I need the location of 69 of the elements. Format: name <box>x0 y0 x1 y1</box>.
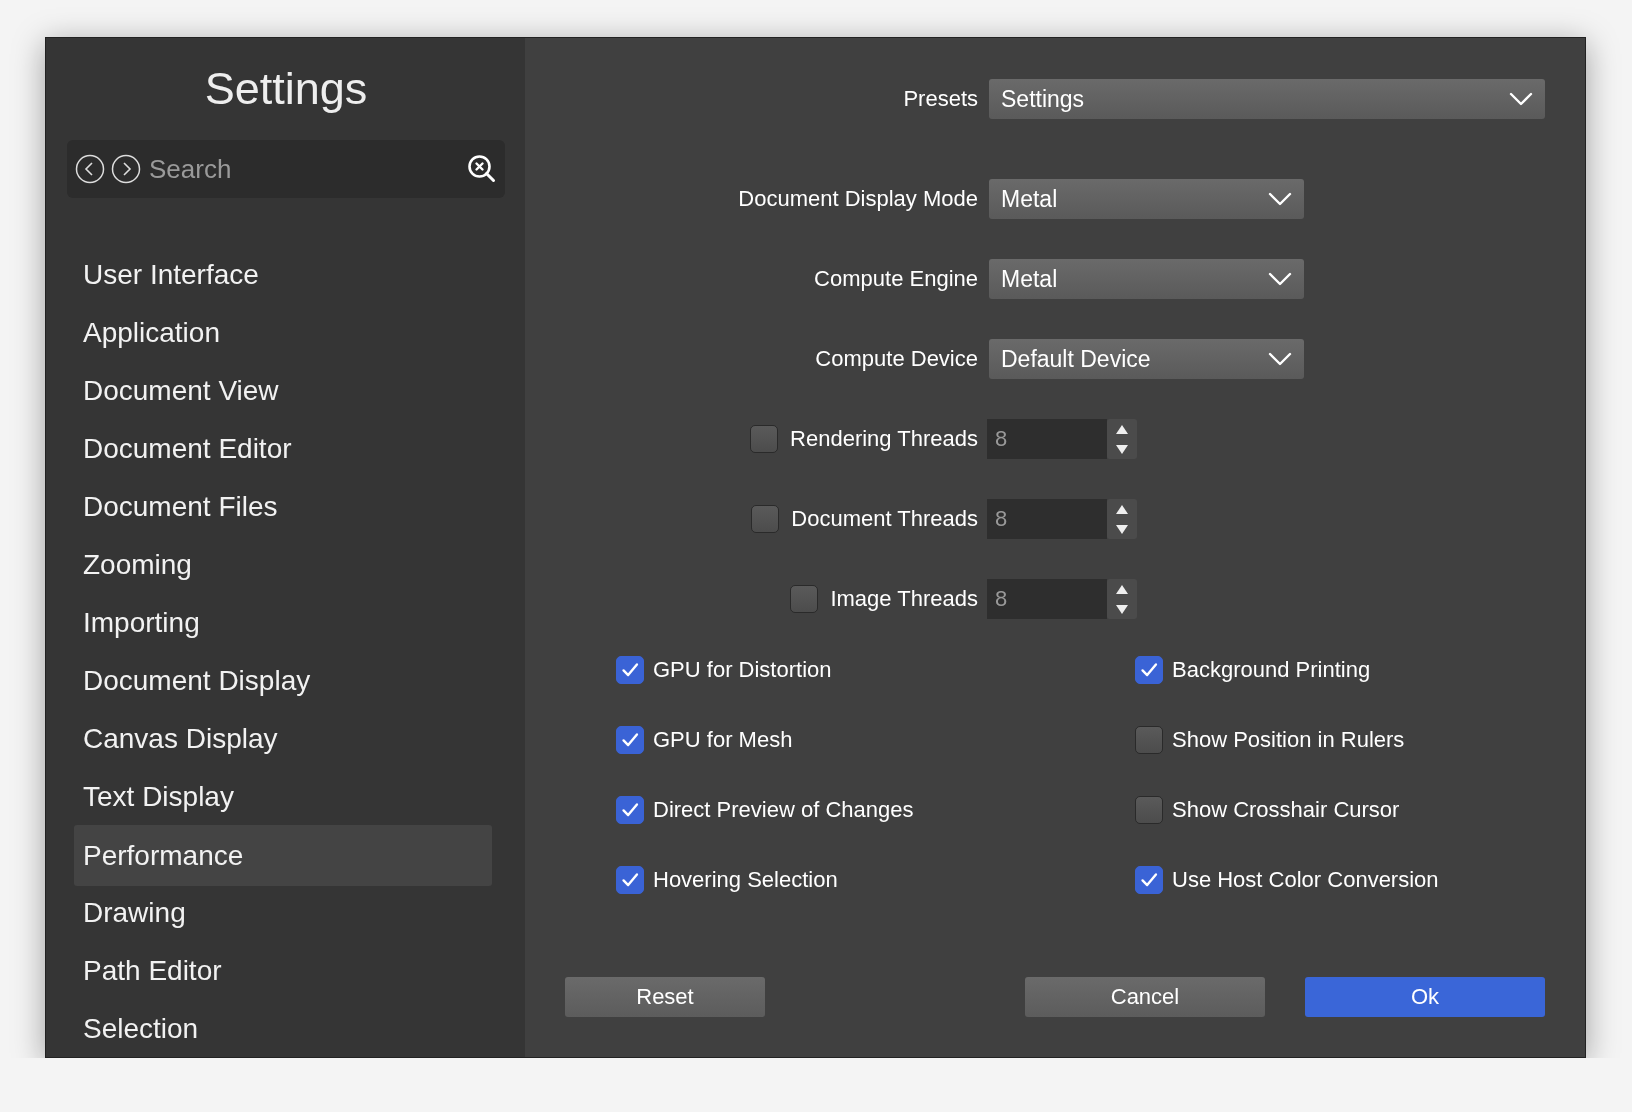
checkbox[interactable] <box>616 726 644 754</box>
checkbox-label: Show Crosshair Cursor <box>1172 797 1400 823</box>
checkbox-label: Direct Preview of Changes <box>653 797 914 823</box>
chevron-down-icon <box>1509 92 1533 106</box>
sidebar-item[interactable]: Application <box>74 317 220 349</box>
chevron-down-icon <box>1268 192 1292 206</box>
sidebar-item[interactable]: Document Display <box>74 665 311 697</box>
checkbox-label: GPU for Mesh <box>653 727 793 753</box>
down-arrow-icon[interactable] <box>1115 603 1129 615</box>
checkbox[interactable] <box>616 866 644 894</box>
number-field[interactable]: 8 <box>987 499 1107 539</box>
field-label: Rendering Threads <box>790 426 978 452</box>
forward-icon[interactable] <box>111 154 141 184</box>
up-arrow-icon[interactable] <box>1115 423 1129 435</box>
number-field[interactable]: 8 <box>987 419 1107 459</box>
sidebar-item[interactable]: Selection <box>74 1013 199 1045</box>
stepper[interactable] <box>1107 579 1137 619</box>
dropdown[interactable]: Settings <box>989 79 1545 119</box>
stepper[interactable] <box>1107 499 1137 539</box>
checkbox[interactable] <box>1135 866 1163 894</box>
chevron-down-icon <box>1268 352 1292 366</box>
field-label: Document Threads <box>791 506 978 532</box>
dropdown[interactable]: Metal <box>989 179 1304 219</box>
sidebar-item[interactable]: Performance <box>74 839 244 872</box>
field-label: Document Display Mode <box>738 186 978 212</box>
sidebar-item[interactable]: Document Editor <box>74 433 292 465</box>
button[interactable]: Reset <box>565 977 765 1017</box>
checkbox[interactable] <box>1135 656 1163 684</box>
dropdown[interactable]: Metal <box>989 259 1304 299</box>
primary-button[interactable]: Ok <box>1305 977 1545 1017</box>
down-arrow-icon[interactable] <box>1115 443 1129 455</box>
checkbox[interactable] <box>616 656 644 684</box>
sidebar-item[interactable]: Canvas Display <box>74 723 278 755</box>
sidebar-item[interactable]: Importing <box>74 607 200 639</box>
up-arrow-icon[interactable] <box>1115 583 1129 595</box>
search-field[interactable]: Search <box>147 152 461 186</box>
checkbox[interactable] <box>750 425 779 453</box>
sidebar-item[interactable]: Document View <box>74 375 279 407</box>
field-label: Compute Engine <box>814 266 978 292</box>
down-arrow-icon[interactable] <box>1115 523 1129 535</box>
up-arrow-icon[interactable] <box>1115 503 1129 515</box>
checkbox-label: Background Printing <box>1172 657 1371 683</box>
sidebar-item[interactable]: User Interface <box>74 259 259 291</box>
dropdown[interactable]: Default Device <box>989 339 1304 379</box>
checkbox-label: GPU for Distortion <box>653 657 832 683</box>
sidebar-item[interactable]: Text Display <box>74 781 234 813</box>
sidebar-item[interactable]: Zooming <box>74 549 192 581</box>
checkbox-label: Use Host Color Conversion <box>1172 867 1439 893</box>
field-label: Presets <box>903 86 978 112</box>
sidebar-item[interactable]: Drawing <box>74 897 186 929</box>
search-bar[interactable]: Search <box>67 140 505 198</box>
checkbox[interactable] <box>1135 726 1163 754</box>
button[interactable]: Cancel <box>1025 977 1265 1017</box>
back-icon[interactable] <box>75 154 105 184</box>
checkbox-label: Hovering Selection <box>653 867 838 893</box>
field-label: Compute Device <box>815 346 978 372</box>
stepper[interactable] <box>1107 419 1137 459</box>
checkbox[interactable] <box>1135 796 1163 824</box>
checkbox[interactable] <box>790 585 819 613</box>
checkbox[interactable] <box>616 796 644 824</box>
chevron-down-icon <box>1268 272 1292 286</box>
clear-search-icon[interactable] <box>467 154 497 184</box>
checkbox[interactable] <box>751 505 780 533</box>
sidebar-item[interactable]: Document Files <box>74 491 278 523</box>
checkbox-label: Show Position in Rulers <box>1172 727 1405 753</box>
number-field[interactable]: 8 <box>987 579 1107 619</box>
sidebar-item[interactable]: Path Editor <box>74 955 222 987</box>
sidebar-title: Settings <box>204 62 368 116</box>
field-label: Image Threads <box>830 586 978 612</box>
